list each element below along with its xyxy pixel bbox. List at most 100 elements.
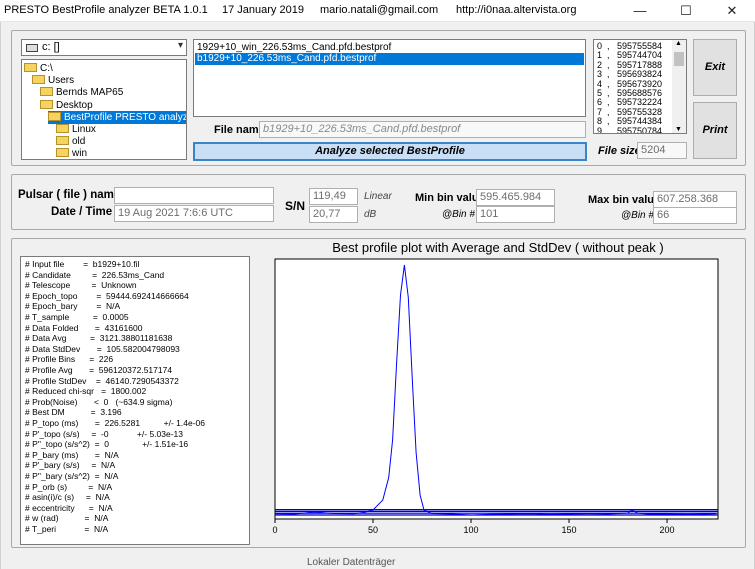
date-time-label: Date / Time	[51, 206, 113, 218]
folder-icon	[56, 148, 69, 158]
max-bin-index-label: @Bin #	[621, 210, 654, 221]
directory-item[interactable]: C:\	[24, 62, 53, 75]
directory-label: Users	[48, 75, 75, 87]
info-line: # Epoch_bary = N/A	[25, 301, 121, 312]
info-line: # Profile Bins = 226	[25, 354, 114, 365]
profile-chart: 0 50 100 150 200	[272, 258, 719, 535]
analyze-button[interactable]: Analyze selected BestProfile	[193, 142, 587, 161]
info-line: # P_bary (ms) = N/A	[25, 449, 119, 460]
info-line: # Reduced chi-sqr = 1800.002	[25, 386, 147, 397]
info-line: # T_sample = 0.0005	[25, 312, 129, 322]
main-window: c: [] ▾ C:\ Users Bernds MAP65 Desktop BestP…	[0, 22, 755, 569]
info-line: # Prob(Noise) < 0 (~634.9 sigma)	[25, 396, 173, 407]
info-line: # Data Avg = 3121.38801181638	[25, 333, 173, 344]
sn-label: S/N	[285, 199, 306, 213]
file-list[interactable]: 1929+10_win_226.53ms_Cand.pfd.bestprof b1…	[193, 39, 586, 117]
max-bin-index-field: 66	[653, 207, 737, 224]
x-tick-label: 50	[368, 525, 378, 535]
directory-label: Linux	[72, 124, 96, 135]
info-line: # P_orb (s) = N/A	[25, 481, 113, 492]
directory-item[interactable]: BestProfile PRESTO analyzer 1.0.1.e	[48, 110, 187, 124]
info-line: # Data StdDev = 105.582004798093	[25, 343, 180, 354]
file-name-field[interactable]: b1929+10_226.53ms_Cand.pfd.bestprof	[259, 121, 586, 138]
pulsar-name-field[interactable]	[114, 187, 274, 204]
directory-item[interactable]: Linux	[56, 123, 96, 136]
author-url: http://i0naa.altervista.org	[456, 4, 577, 16]
x-tick-label: 100	[464, 525, 479, 535]
file-name-label: File name	[214, 124, 265, 136]
minimize-button[interactable]: —	[617, 0, 663, 22]
sn-db-field: 20,77	[309, 206, 358, 223]
folder-icon	[40, 87, 53, 97]
info-line: # P''_bary (s/s^2) = N/A	[25, 471, 119, 481]
drive-value: c: []	[42, 41, 60, 53]
date-time-field[interactable]: 19 Aug 2021 7:6:6 UTC	[114, 205, 274, 222]
drive-select[interactable]: c: [] ▾	[21, 39, 187, 56]
x-tick-label: 150	[562, 525, 577, 535]
bin-list-scrollbar[interactable]: ▲ ▼	[672, 40, 686, 133]
author-email: mario.natali@gmail.com	[320, 4, 439, 16]
bin-value-item[interactable]: 8 , 595744384	[597, 117, 662, 126]
folder-icon	[32, 75, 45, 85]
info-line: # Profile StdDev = 46140.7290543372	[25, 375, 179, 386]
min-bin-label: Min bin value	[415, 192, 485, 204]
maximize-button[interactable]: ☐	[663, 0, 709, 22]
chart-title: Best profile plot with Average and StdDe…	[332, 240, 664, 255]
directory-item[interactable]: old	[56, 135, 85, 148]
max-bin-label: Max bin value	[588, 194, 661, 206]
file-item[interactable]: b1929+10_226.53ms_Cand.pfd.bestprof	[195, 53, 584, 65]
close-button[interactable]: ✕	[709, 0, 755, 22]
app-date: 17 January 2019	[222, 4, 304, 16]
scrollbar-thumb[interactable]	[674, 52, 684, 66]
app-title: PRESTO BestProfile analyzer BETA 1.0.1	[4, 4, 208, 16]
info-line: # P_topo (ms) = 226.5281 +/- 1.4e-06	[25, 418, 206, 428]
bestprof-info-text[interactable]: # Input file = b1929+10.fil # Candidate =…	[20, 256, 250, 545]
sn-linear-unit: Linear	[364, 191, 392, 202]
directory-label: Desktop	[56, 99, 93, 111]
directory-item[interactable]: Users	[32, 74, 74, 87]
directory-item[interactable]: Desktop	[40, 99, 93, 112]
info-line: # Profile Avg = 596120372.517174	[25, 365, 173, 375]
drive-icon	[26, 44, 38, 52]
directory-item[interactable]: Bernds MAP65	[40, 86, 123, 99]
info-line: # asin(i)/c (s) = N/A	[25, 492, 110, 503]
info-line: # P'_topo (s/s) = -0 +/- 5.03e-13	[25, 428, 184, 439]
info-line: # T_peri = N/A	[25, 524, 109, 534]
folder-icon	[24, 63, 37, 72]
info-line: # P'_bary (s/s) = N/A	[25, 460, 116, 471]
directory-label: old	[72, 136, 86, 148]
info-line: # eccentricity = N/A	[25, 502, 113, 513]
info-line: # Input file = b1929+10.fil	[25, 259, 140, 269]
directory-list[interactable]: C:\ Users Bernds MAP65 Desktop BestProfile P…	[21, 59, 187, 160]
x-tick-label: 0	[272, 525, 277, 535]
folder-icon	[56, 124, 69, 133]
plot-area	[274, 258, 719, 520]
scroll-up-icon[interactable]: ▲	[675, 40, 682, 47]
directory-label: C:\	[40, 63, 53, 74]
bin-value-list[interactable]: ▲ ▼ 0 , 595755584 1 , 595744704 2 , 595717…	[593, 39, 687, 134]
min-bin-value-field: 595.465.984	[476, 189, 555, 206]
directory-label: BestProfile PRESTO analyzer 1.0.1.e	[64, 111, 187, 123]
directory-label: win	[72, 148, 88, 160]
x-tick-label: 200	[660, 525, 675, 535]
chevron-down-icon: ▾	[177, 40, 183, 51]
info-line: # Data Folded = 43161600	[25, 322, 143, 333]
sn-linear-field: 119,49	[309, 188, 358, 205]
scroll-down-icon[interactable]: ▼	[675, 126, 682, 133]
info-line: # Epoch_topo = 59444.692414666664	[25, 290, 189, 301]
info-line: # Candidate = 226.53ms_Cand	[25, 269, 165, 280]
pulsar-name-label: Pulsar ( file ) name	[18, 189, 121, 201]
directory-item[interactable]: win	[56, 147, 88, 160]
print-button[interactable]: Print	[693, 102, 737, 159]
bin-value-item[interactable]: 3 , 595693824	[597, 70, 662, 79]
min-bin-index-field: 101	[476, 206, 555, 223]
info-line: # P''_topo (s/s^2) = 0 +/- 1.51e-16	[25, 439, 189, 450]
folder-icon	[40, 99, 53, 109]
exit-button[interactable]: Exit	[693, 39, 737, 96]
directory-label: Bernds MAP65	[56, 87, 124, 99]
info-line: # Best DM = 3.196	[25, 407, 122, 418]
bin-value-item[interactable]: 9 , 595750784	[597, 126, 662, 133]
info-line: # w (rad) = N/A	[25, 513, 109, 524]
title-bar: PRESTO BestProfile analyzer BETA 1.0.1 1…	[0, 0, 755, 22]
file-size-field: 5204	[637, 142, 687, 159]
